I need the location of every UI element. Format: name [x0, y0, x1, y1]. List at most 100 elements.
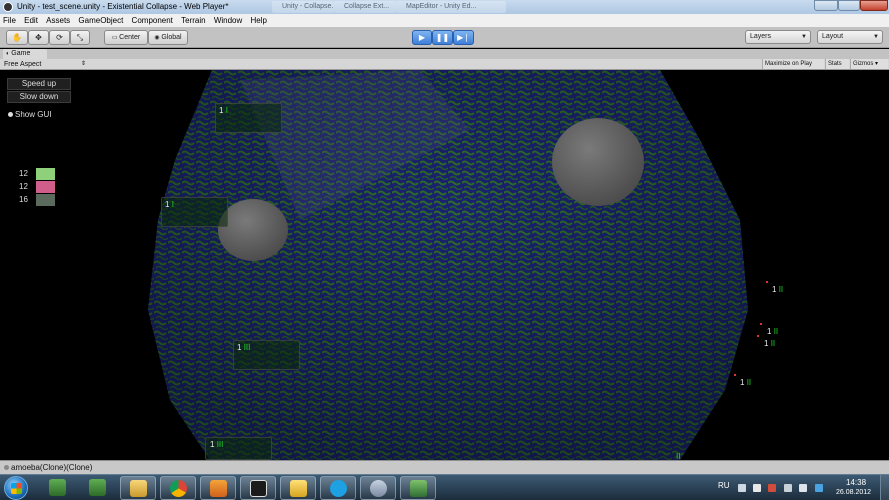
tray-network-icon[interactable]: [784, 484, 792, 492]
rotate-tool-button[interactable]: ⟳: [49, 30, 70, 45]
menu-assets[interactable]: Assets: [43, 14, 73, 27]
cell-label: 1 III: [210, 440, 224, 449]
tray-dropbox-icon[interactable]: [815, 484, 823, 492]
skype-icon: [330, 480, 347, 497]
minimize-button[interactable]: [814, 0, 838, 11]
chevron-down-icon: ⇕: [80, 61, 86, 67]
volume-icon[interactable]: [799, 484, 807, 492]
unity-icon: [250, 480, 267, 497]
maximize-button[interactable]: [838, 0, 860, 11]
scale-tool-button[interactable]: ⤡: [70, 30, 90, 45]
pivot-label: Center: [119, 34, 141, 41]
background-window-tab[interactable]: Unity - Collapse...: [272, 1, 334, 13]
pivot-mode-button[interactable]: ▭ Center: [104, 30, 148, 45]
window-title: Unity - test_scene.unity - Existential C…: [17, 2, 229, 11]
red-particle: [757, 335, 759, 337]
unity-app-icon: [3, 2, 13, 12]
clock-date[interactable]: 26.08.2012: [836, 489, 871, 496]
menu-edit[interactable]: Edit: [21, 14, 41, 27]
pause-button[interactable]: ❚❚: [432, 30, 453, 45]
menu-gameobject[interactable]: GameObject: [75, 14, 126, 27]
toolbar: ✋ ✥ ⟳ ⤡ ▭ Center ◉ Global ▶ ❚❚ ▶❘ Layers…: [0, 27, 889, 48]
menu-help[interactable]: Help: [248, 14, 270, 27]
taskbar-app[interactable]: [320, 476, 356, 500]
cell-label: 1 II: [740, 378, 752, 387]
aspect-label: Free Aspect: [4, 61, 42, 68]
legend-row: 16: [19, 194, 55, 206]
legend-row: 12: [19, 168, 55, 180]
legend-count: 12: [19, 169, 28, 178]
step-button[interactable]: ▶❘: [453, 30, 474, 45]
window-title-bar[interactable]: Unity - test_scene.unity - Existential C…: [0, 0, 889, 14]
monitor-app-icon: [410, 480, 427, 497]
layers-dropdown[interactable]: Layers ▼: [745, 30, 811, 44]
taskbar-app[interactable]: [40, 476, 76, 500]
layers-label: Layers: [750, 33, 772, 40]
status-message: amoeba(Clone)(Clone): [11, 463, 93, 472]
hand-tool-button[interactable]: ✋: [6, 30, 28, 45]
taskbar-app[interactable]: [360, 476, 396, 500]
cell-label: 1 I: [165, 200, 174, 209]
tab-game[interactable]: ◐ Game: [3, 49, 47, 59]
taskbar-app[interactable]: [240, 476, 276, 500]
taskbar-app[interactable]: [280, 476, 316, 500]
taskbar-app[interactable]: [200, 476, 236, 500]
tab-game-label: Game: [11, 50, 31, 57]
legend-count: 12: [19, 182, 28, 191]
gizmos-label: Gizmos: [853, 61, 874, 67]
space-label: Global: [161, 34, 182, 41]
legend-swatch-pink: [36, 181, 55, 193]
background-window-tab[interactable]: MapEditor - Unity Ed...: [396, 1, 506, 13]
chrome-icon: [170, 480, 187, 497]
game-panel-tabbar: ◐ Game: [0, 49, 889, 59]
menu-bar: File Edit Assets GameObject Component Te…: [0, 14, 889, 27]
cell-label: 1 II: [772, 285, 784, 294]
menu-window[interactable]: Window: [211, 14, 245, 27]
close-button[interactable]: [860, 0, 888, 11]
cell-label: II: [676, 452, 681, 460]
play-icon: ▶: [418, 33, 426, 42]
move-tool-button[interactable]: ✥: [28, 30, 49, 45]
game-options-bar: Free Aspect ⇕ Maximize on Play Stats Giz…: [0, 59, 889, 70]
layout-dropdown[interactable]: Layout ▼: [817, 30, 883, 44]
play-button[interactable]: ▶: [412, 30, 432, 45]
show-gui-toggle[interactable]: Show GUI: [8, 110, 51, 119]
media-player-icon: [210, 480, 227, 497]
speed-up-button[interactable]: Speed up: [7, 78, 71, 90]
tool-app-icon: [49, 479, 66, 496]
tray-flag-icon[interactable]: [753, 484, 761, 492]
status-bar[interactable]: amoeba(Clone)(Clone): [0, 460, 889, 474]
aspect-dropdown[interactable]: Free Aspect ⇕: [4, 60, 88, 69]
pause-icon: ❚❚: [435, 33, 450, 42]
step-icon: ▶❘: [457, 33, 470, 42]
slow-down-button[interactable]: Slow down: [7, 91, 71, 103]
stats-toggle[interactable]: Stats: [825, 59, 849, 69]
explorer-icon: [130, 480, 147, 497]
info-icon: [4, 465, 9, 470]
taskbar-app[interactable]: [120, 476, 156, 500]
planet-render: [148, 70, 748, 460]
game-viewport[interactable]: Speed up Slow down Show GUI 12 12 16 1 I…: [0, 70, 889, 460]
taskbar-app[interactable]: [80, 476, 116, 500]
space-mode-button[interactable]: ◉ Global: [148, 30, 188, 45]
tray-app-icon[interactable]: [768, 484, 776, 492]
gizmos-dropdown[interactable]: Gizmos ▾: [850, 59, 888, 69]
taskbar-app[interactable]: [160, 476, 196, 500]
menu-terrain[interactable]: Terrain: [178, 14, 208, 27]
menu-component[interactable]: Component: [129, 14, 176, 27]
menu-file[interactable]: File: [0, 14, 19, 27]
show-desktop-button[interactable]: [880, 475, 889, 500]
taskbar-app[interactable]: [400, 476, 436, 500]
clock-time[interactable]: 14:38: [846, 478, 866, 487]
background-window-tab[interactable]: Collapse Ext...: [334, 1, 396, 13]
legend-swatch-green: [36, 168, 55, 180]
show-gui-label: Show GUI: [15, 110, 52, 119]
windows-logo-icon: [11, 483, 22, 494]
language-indicator[interactable]: RU: [718, 481, 730, 490]
start-button[interactable]: [4, 476, 28, 500]
tray-expand-icon[interactable]: [738, 484, 746, 492]
chevron-down-icon: ▼: [873, 34, 879, 40]
maximize-on-play-toggle[interactable]: Maximize on Play: [762, 59, 824, 69]
cell-label: 1 III: [237, 343, 251, 352]
rotate-icon: ⟳: [56, 33, 63, 42]
